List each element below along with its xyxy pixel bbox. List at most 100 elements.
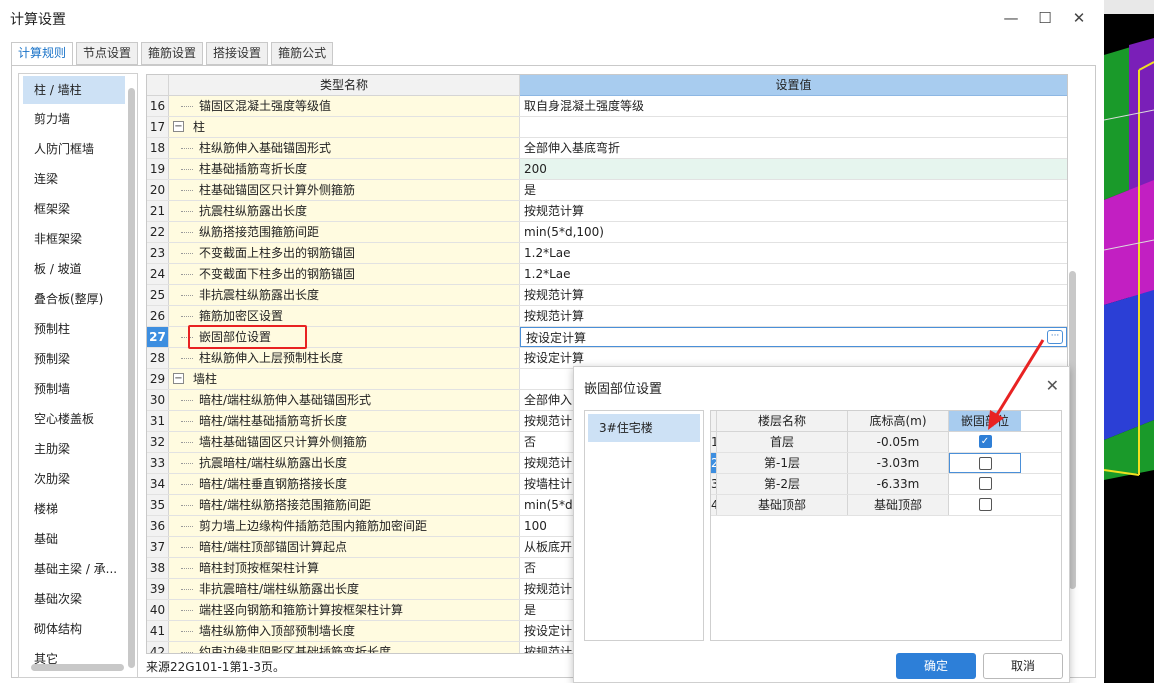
table-row[interactable]: 21 抗震柱纵筋露出长度 按规范计算: [147, 201, 1067, 222]
checkbox-icon[interactable]: [978, 477, 992, 490]
floor-name: 首层: [717, 432, 848, 452]
setting-value-cell[interactable]: 按规范计算: [520, 306, 1067, 326]
setting-value-cell[interactable]: 按设定计算 ···: [520, 327, 1067, 347]
setting-value-cell[interactable]: 1.2*Lae: [520, 264, 1067, 284]
tab-lap-settings[interactable]: 搭接设置: [206, 42, 269, 65]
background-3d-view: [1104, 0, 1154, 683]
sidebar-horizontal-scrollbar[interactable]: [31, 664, 124, 671]
table-row[interactable]: 23 不变截面上柱多出的钢筋锚固 1.2*Lae: [147, 243, 1067, 264]
sidebar-item[interactable]: 基础: [19, 524, 137, 554]
building-list: 3#住宅楼: [584, 410, 704, 641]
setting-value-cell[interactable]: 按设定计算: [520, 348, 1067, 368]
tree-line-icon: [181, 652, 193, 653]
checkbox-checked-icon[interactable]: ✓: [978, 435, 992, 448]
table-row[interactable]: 26 箍筋加密区设置 按规范计算: [147, 306, 1067, 327]
setting-value-cell[interactable]: 是: [520, 180, 1067, 200]
floor-row[interactable]: 1首层-0.05m✓: [711, 432, 1061, 453]
sidebar-item[interactable]: 预制墙: [19, 374, 137, 404]
sidebar-vertical-scrollbar[interactable]: [128, 88, 135, 668]
tab-node-settings[interactable]: 节点设置: [76, 42, 139, 65]
setting-value-cell[interactable]: [520, 117, 1067, 137]
sidebar-item[interactable]: 预制梁: [19, 344, 137, 374]
sidebar-item[interactable]: 主肋梁: [19, 434, 137, 464]
floor-row[interactable]: 3第-2层-6.33m: [711, 474, 1061, 495]
type-name-text: 抗震暗柱/端柱纵筋露出长度: [199, 456, 348, 470]
setting-value-cell[interactable]: 按规范计算: [520, 201, 1067, 221]
setting-value-cell[interactable]: 全部伸入基底弯折: [520, 138, 1067, 158]
close-button[interactable]: ✕: [1062, 6, 1096, 30]
table-row[interactable]: 19 柱基础插筋弯折长度 200: [147, 159, 1067, 180]
sidebar-item[interactable]: 空心楼盖板: [19, 404, 137, 434]
floor-row[interactable]: 4基础顶部基础顶部: [711, 495, 1061, 516]
setting-value-cell[interactable]: 1.2*Lae: [520, 243, 1067, 263]
sidebar-item[interactable]: 预制柱: [19, 314, 137, 344]
table-row[interactable]: 22 纵筋搭接范围箍筋间距 min(5*d,100): [147, 222, 1067, 243]
setting-value-text: 全部伸入基底弯折: [524, 141, 621, 155]
embed-checkbox-cell: ✓: [949, 432, 1021, 452]
type-name-cell: 暗柱/端柱顶部锚固计算起点: [169, 537, 520, 557]
sidebar-item[interactable]: 叠合板(整厚): [19, 284, 137, 314]
type-name-text: 纵筋搭接范围箍筋间距: [199, 225, 320, 239]
type-name-cell: 柱基础锚固区只计算外侧箍筋: [169, 180, 520, 200]
type-name-text: 端柱竖向钢筋和箍筋计算按框架柱计算: [199, 603, 404, 617]
row-number: 34: [147, 474, 169, 494]
type-name-text: 非抗震暗柱/端柱纵筋露出长度: [199, 582, 360, 596]
sidebar-item[interactable]: 连梁: [19, 164, 137, 194]
sidebar-item[interactable]: 框架梁: [19, 194, 137, 224]
sidebar-item[interactable]: 柱 / 墙柱: [23, 76, 125, 104]
sidebar-item[interactable]: 剪力墙: [19, 104, 137, 134]
tree-line-icon: [181, 253, 193, 254]
grid-vertical-scrollbar[interactable]: [1069, 271, 1076, 589]
close-icon: ✕: [1045, 376, 1059, 395]
sidebar-item[interactable]: 楼梯: [19, 494, 137, 524]
table-row[interactable]: 25 非抗震柱纵筋露出长度 按规范计算: [147, 285, 1067, 306]
sidebar-item[interactable]: 砌体结构: [19, 614, 137, 644]
sidebar-item[interactable]: 基础主梁 / 承...: [19, 554, 137, 584]
type-name-cell: 非抗震暗柱/端柱纵筋露出长度: [169, 579, 520, 599]
row-number: 26: [147, 306, 169, 326]
sidebar-item[interactable]: 人防门框墙: [19, 134, 137, 164]
setting-value-cell[interactable]: 按规范计算: [520, 285, 1067, 305]
row-number: 23: [147, 243, 169, 263]
minimize-button[interactable]: —: [994, 6, 1028, 30]
tree-line-icon: [181, 463, 193, 464]
tree-line-icon: [181, 232, 193, 233]
group-row[interactable]: 17− 柱: [147, 117, 1067, 138]
table-row[interactable]: 18 柱纵筋伸入基础锚固形式 全部伸入基底弯折: [147, 138, 1067, 159]
collapse-icon[interactable]: −: [173, 121, 184, 132]
tree-line-icon: [181, 526, 193, 527]
ok-button[interactable]: 确定: [896, 653, 976, 679]
setting-value-text: 按设定计算: [524, 351, 585, 365]
tab-stirrup-settings[interactable]: 箍筋设置: [141, 42, 204, 65]
floor-bottom-elevation: 基础顶部: [848, 495, 949, 515]
type-name-text: 暗柱/端柱纵筋搭接范围箍筋间距: [199, 498, 372, 512]
checkbox-icon[interactable]: [978, 498, 992, 511]
tab-stirrup-formula[interactable]: 箍筋公式: [271, 42, 334, 65]
table-row[interactable]: 24 不变截面下柱多出的钢筋锚固 1.2*Lae: [147, 264, 1067, 285]
row-number: 19: [147, 159, 169, 179]
setting-value-text: 200: [524, 162, 547, 176]
setting-value-cell[interactable]: min(5*d,100): [520, 222, 1067, 242]
ellipsis-icon[interactable]: ···: [1047, 330, 1063, 344]
tree-line-icon: [181, 547, 193, 548]
type-name-text: 不变截面上柱多出的钢筋锚固: [199, 246, 356, 260]
table-row[interactable]: 16 锚固区混凝土强度等级值 取自身混凝土强度等级: [147, 96, 1067, 117]
sidebar-item[interactable]: 基础次梁: [19, 584, 137, 614]
type-name-text: 柱基础锚固区只计算外侧箍筋: [199, 183, 356, 197]
setting-value-cell[interactable]: 取自身混凝土强度等级: [520, 96, 1067, 116]
floor-row[interactable]: 2第-1层-3.03m: [711, 453, 1061, 474]
tab-calc-rules[interactable]: 计算规则: [11, 42, 74, 66]
floor-bottom-elevation: -0.05m: [848, 432, 949, 452]
cancel-button[interactable]: 取消: [983, 653, 1063, 679]
setting-value-cell[interactable]: 200: [520, 159, 1067, 179]
building-item[interactable]: 3#住宅楼: [588, 414, 700, 442]
collapse-icon[interactable]: −: [173, 373, 184, 384]
dialog-close-button[interactable]: ✕: [1046, 376, 1059, 395]
sidebar-item[interactable]: 次肋梁: [19, 464, 137, 494]
checkbox-icon[interactable]: [978, 457, 992, 470]
table-row[interactable]: 20 柱基础锚固区只计算外侧箍筋 是: [147, 180, 1067, 201]
sidebar-item[interactable]: 非框架梁: [19, 224, 137, 254]
sidebar-item[interactable]: 板 / 坡道: [19, 254, 137, 284]
maximize-button[interactable]: ☐: [1028, 6, 1062, 30]
row-number: 24: [147, 264, 169, 284]
